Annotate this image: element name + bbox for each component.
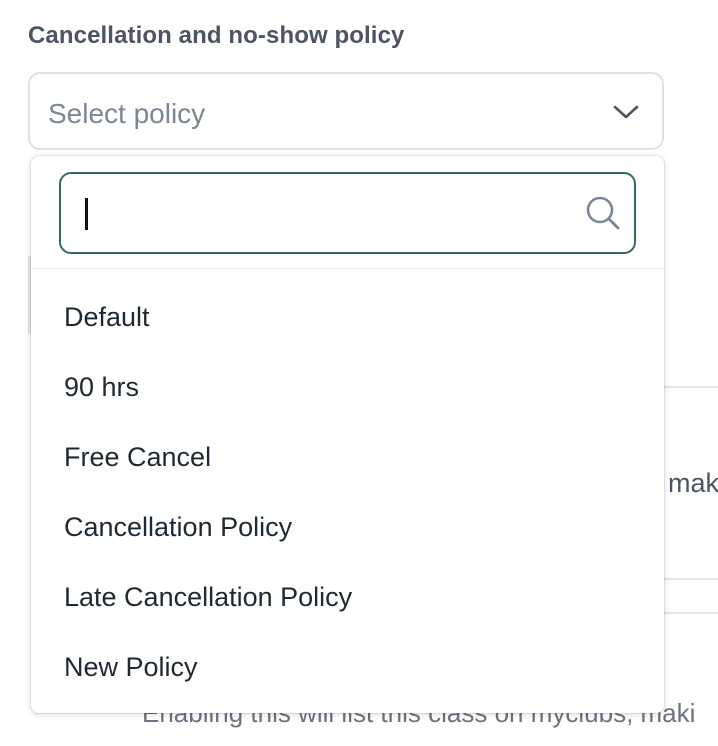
option-default[interactable]: Default [31,282,664,352]
option-free-cancel[interactable]: Free Cancel [31,422,664,492]
select-placeholder: Select policy [48,98,206,129]
background-divider-low [664,612,718,614]
policy-options-list: Default 90 hrs Free Cancel Cancellation … [31,282,664,702]
background-partial-text: mak [668,468,718,498]
search-icon [586,196,620,230]
policy-dropdown: Default 90 hrs Free Cancel Cancellation … [31,156,664,713]
background-divider-mid [664,578,718,580]
background-divider-top [664,386,718,388]
option-late-cancellation-policy[interactable]: Late Cancellation Policy [31,562,664,632]
field-label: Cancellation and no-show policy [28,22,405,49]
policy-search-input[interactable] [59,172,636,254]
dropdown-search-area [31,156,664,269]
chevron-down-icon [613,105,639,119]
option-cancellation-policy[interactable]: Cancellation Policy [31,492,664,562]
policy-select[interactable]: Select policy [28,72,664,150]
option-new-policy[interactable]: New Policy [31,632,664,702]
option-90-hrs[interactable]: 90 hrs [31,352,664,422]
text-caret [85,198,88,230]
